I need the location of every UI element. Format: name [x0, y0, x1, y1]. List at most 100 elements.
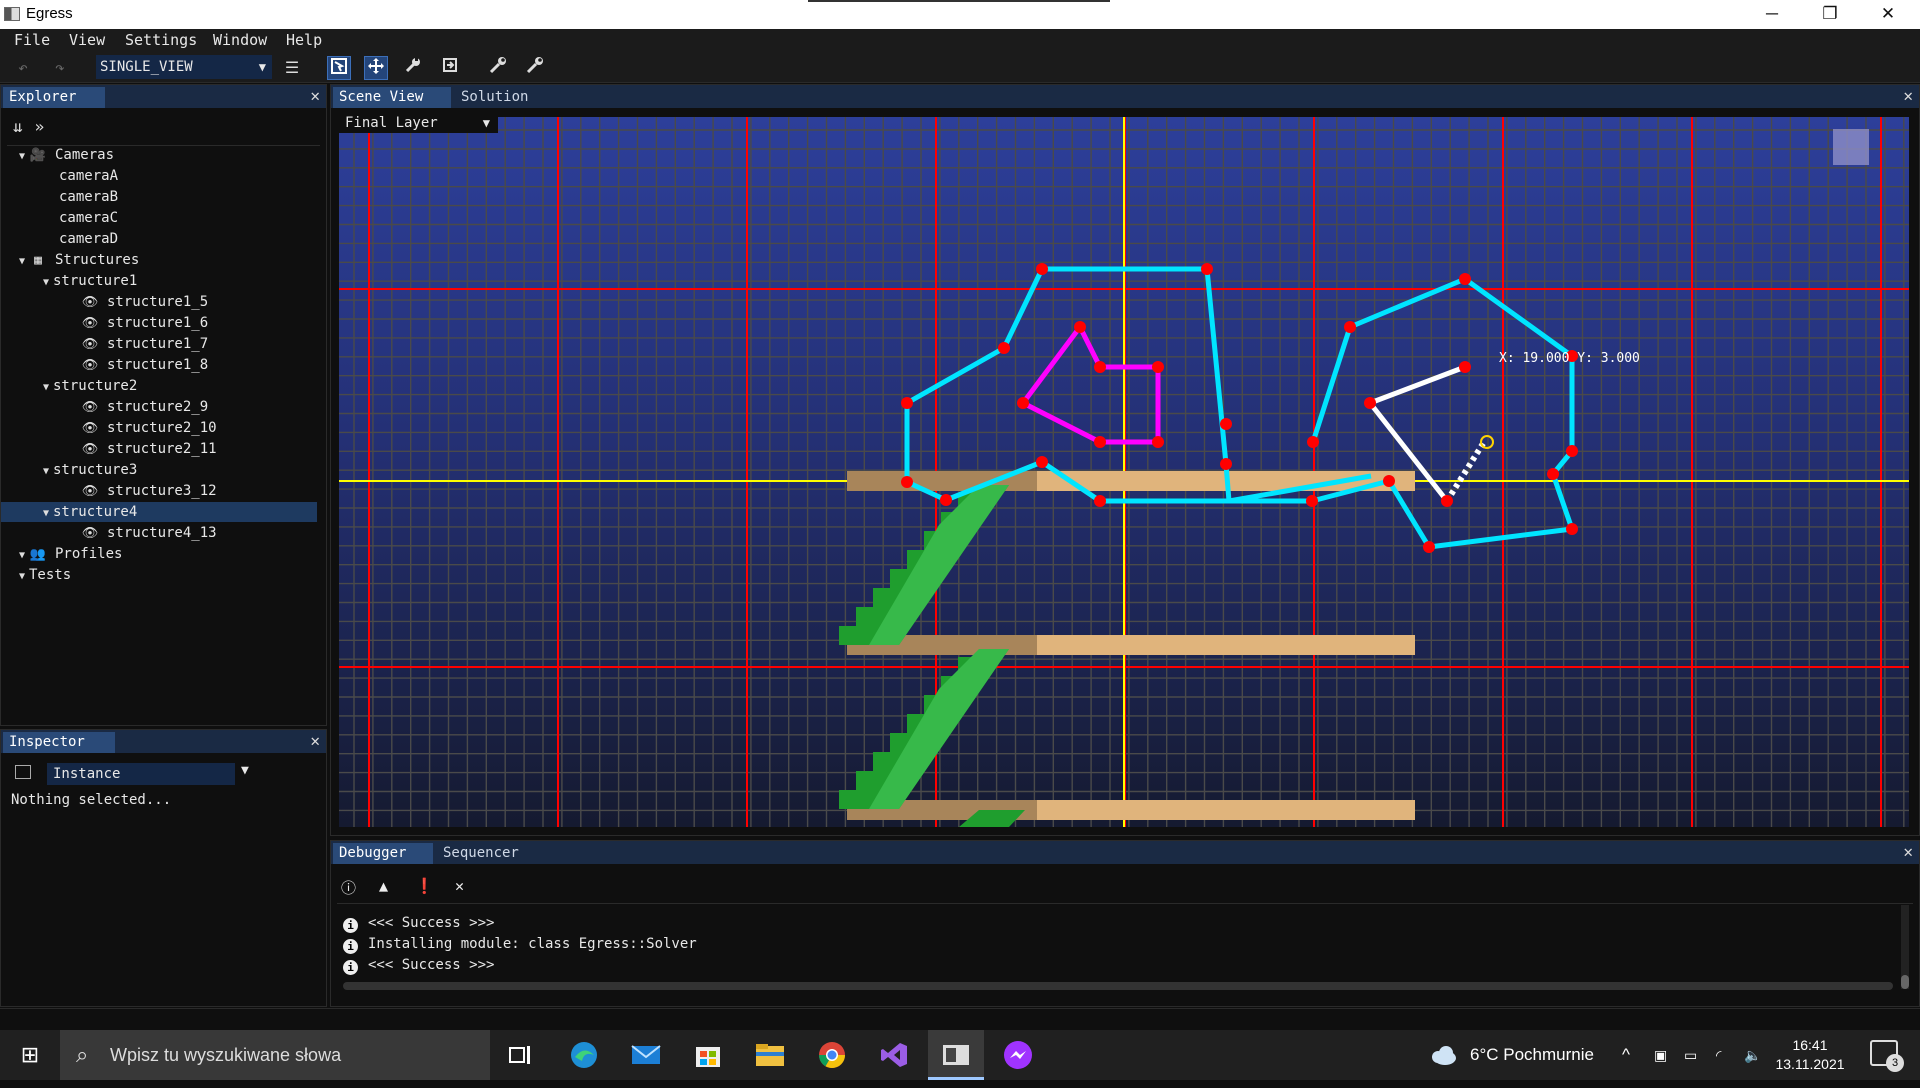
tree-item-structure2[interactable]: ▼ structure2: [1, 376, 317, 396]
tree-twisty-icon[interactable]: ▼: [39, 504, 53, 524]
tree-item-structure1_6[interactable]: 👁 structure1_6: [1, 313, 317, 333]
file-explorer-icon[interactable]: [742, 1030, 798, 1080]
export-tool-button[interactable]: [438, 56, 462, 80]
visibility-eye-icon[interactable]: 👁: [81, 524, 99, 544]
close-icon[interactable]: ✕: [1903, 842, 1913, 861]
scene-viewport[interactable]: X: 19.000 Y: 3.000: [339, 117, 1909, 827]
tree-item-camerab[interactable]: cameraB: [1, 187, 317, 207]
notifications-icon[interactable]: 3: [1870, 1040, 1904, 1072]
clear-log-icon[interactable]: ✕: [455, 877, 464, 895]
error-filter-icon[interactable]: ❗: [415, 877, 434, 895]
vertex-point[interactable]: [998, 342, 1010, 354]
log-horizontal-scrollbar[interactable]: [343, 982, 1893, 990]
tab-solution[interactable]: Solution: [455, 87, 555, 108]
maximize-button[interactable]: ❐: [1801, 0, 1859, 29]
meet-now-icon[interactable]: ▣: [1654, 1030, 1667, 1080]
chevron-down-icon[interactable]: ▼: [241, 763, 249, 778]
store-icon[interactable]: [680, 1030, 736, 1080]
tab-inspector[interactable]: Inspector: [3, 732, 115, 753]
settings-tool-button[interactable]: [523, 56, 547, 80]
chrome-icon[interactable]: [804, 1030, 860, 1080]
tab-scene-view[interactable]: Scene View: [333, 87, 451, 108]
egress-taskbar-icon[interactable]: [928, 1030, 984, 1080]
visibility-eye-icon[interactable]: 👁: [81, 482, 99, 502]
tree-twisty-icon[interactable]: ▼: [15, 546, 29, 566]
wifi-icon[interactable]: ◜: [1716, 1030, 1721, 1080]
vertex-point[interactable]: [1036, 456, 1048, 468]
battery-icon[interactable]: ▭: [1684, 1030, 1697, 1080]
tree-item-profiles[interactable]: ▼ 👥 Profiles: [1, 544, 317, 564]
tab-explorer[interactable]: Explorer: [3, 87, 105, 108]
vertex-point[interactable]: [1036, 263, 1048, 275]
tree-twisty-icon[interactable]: ▼: [15, 252, 29, 272]
vertex-point[interactable]: [1547, 468, 1559, 480]
taskbar-search[interactable]: ⌕ Wpisz tu wyszukiwane słowa: [60, 1030, 490, 1080]
vertex-point[interactable]: [901, 476, 913, 488]
tree-item-structure4[interactable]: ▼ structure4: [1, 502, 317, 522]
warning-filter-icon[interactable]: ▲: [379, 877, 388, 895]
tree-item-structure1[interactable]: ▼ structure1: [1, 271, 317, 291]
vertex-point[interactable]: [1344, 321, 1356, 333]
close-icon[interactable]: ✕: [310, 86, 320, 105]
tree-item-structure1_8[interactable]: 👁 structure1_8: [1, 355, 317, 375]
close-icon[interactable]: ✕: [1903, 86, 1913, 105]
build-tool-button[interactable]: [486, 56, 510, 80]
tree-item-structure1_5[interactable]: 👁 structure1_5: [1, 292, 317, 312]
vertex-point[interactable]: [1423, 541, 1435, 553]
vertex-point[interactable]: [1307, 436, 1319, 448]
vertex-point[interactable]: [1152, 361, 1164, 373]
menu-window[interactable]: Window: [213, 31, 267, 49]
tree-twisty-icon[interactable]: ▼: [15, 147, 29, 167]
vertex-point[interactable]: [1566, 445, 1578, 457]
tree-item-structures[interactable]: ▼ ▦ Structures: [1, 250, 317, 270]
undo-button[interactable]: ↶: [11, 56, 35, 80]
vertex-point[interactable]: [1220, 418, 1232, 430]
vertex-point[interactable]: [1459, 361, 1471, 373]
scene-canvas[interactable]: X: 19.000 Y: 3.000: [339, 117, 1909, 827]
visibility-eye-icon[interactable]: 👁: [81, 419, 99, 439]
tree-item-structure4_13[interactable]: 👁 structure4_13: [1, 523, 317, 543]
tree-item-structure3_12[interactable]: 👁 structure3_12: [1, 481, 317, 501]
vertex-point[interactable]: [1441, 495, 1453, 507]
weather-text[interactable]: 6°C Pochmurnie: [1470, 1030, 1594, 1080]
menu-help[interactable]: Help: [286, 31, 322, 49]
tray-chevron-up-icon[interactable]: ^: [1622, 1030, 1630, 1080]
tree-item-structure3[interactable]: ▼ structure3: [1, 460, 317, 480]
vertex-point[interactable]: [1017, 397, 1029, 409]
log-vertical-scrollbar[interactable]: [1901, 905, 1909, 989]
menu-file[interactable]: File: [14, 31, 50, 49]
close-icon[interactable]: ✕: [310, 731, 320, 750]
windows-start-icon[interactable]: ⊞: [2, 1030, 58, 1080]
vertex-point[interactable]: [1074, 321, 1086, 333]
tree-item-camerad[interactable]: cameraD: [1, 229, 317, 249]
expand-all-icon[interactable]: »: [35, 117, 57, 136]
visibility-eye-icon[interactable]: 👁: [81, 293, 99, 313]
task-view-icon[interactable]: [492, 1030, 548, 1080]
collapse-all-icon[interactable]: ⇊: [13, 117, 35, 136]
messenger-icon[interactable]: [990, 1030, 1046, 1080]
tree-twisty-icon[interactable]: ▼: [39, 378, 53, 398]
tree-item-structure2_11[interactable]: 👁 structure2_11: [1, 439, 317, 459]
tree-item-structure2_10[interactable]: 👁 structure2_10: [1, 418, 317, 438]
vertex-point[interactable]: [1094, 361, 1106, 373]
layout-button[interactable]: ☰: [280, 56, 304, 80]
tree-twisty-icon[interactable]: ▼: [15, 567, 29, 587]
close-button[interactable]: ✕: [1859, 0, 1917, 29]
tree-item-cameraa[interactable]: cameraA: [1, 166, 317, 186]
visibility-eye-icon[interactable]: 👁: [81, 398, 99, 418]
mail-icon[interactable]: [618, 1030, 674, 1080]
tree-twisty-icon[interactable]: ▼: [39, 462, 53, 482]
weather-icon[interactable]: [1428, 1030, 1458, 1080]
visibility-eye-icon[interactable]: 👁: [81, 314, 99, 334]
vertex-point[interactable]: [940, 494, 952, 506]
move-tool-button[interactable]: [364, 56, 388, 80]
scrollbar-thumb[interactable]: [1901, 975, 1909, 989]
vertex-point[interactable]: [1364, 397, 1376, 409]
tree-twisty-icon[interactable]: ▼: [39, 273, 53, 293]
vertex-point[interactable]: [1094, 495, 1106, 507]
tree-item-tests[interactable]: ▼ Tests: [1, 565, 317, 585]
tree-item-cameras[interactable]: ▼ 🎥 Cameras: [1, 145, 317, 165]
wrench-tool-button[interactable]: [401, 56, 425, 80]
vertex-point[interactable]: [1094, 436, 1106, 448]
tree-item-camerac[interactable]: cameraC: [1, 208, 317, 228]
